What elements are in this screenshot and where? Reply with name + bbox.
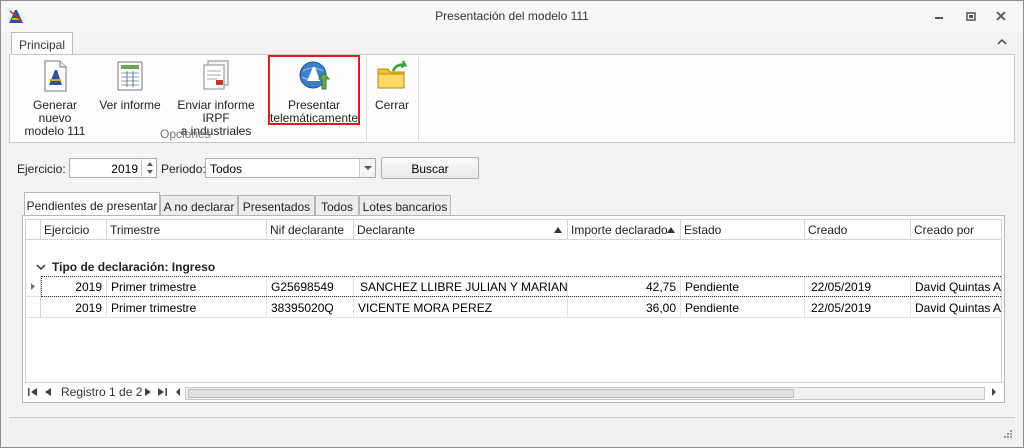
row-indicator[interactable] [26,297,41,318]
group-row-tipo-declaracion[interactable]: Tipo de declaración: Ingreso [36,260,215,274]
column-header-trimestre[interactable]: Trimestre [107,220,267,240]
importe-header-label: Importe declarado [571,223,668,237]
tab-lotes-bancarios[interactable]: Lotes bancarios [359,195,451,216]
presentar-telematicamente-button[interactable]: Presentar telemáticamente [270,59,358,125]
resize-grip-icon[interactable] [1003,429,1013,439]
ver-informe-label: Ver informe [99,98,161,112]
table-cell[interactable]: David Quintas Alca [911,297,1001,318]
row-indicator-header [26,220,41,240]
column-header-ejercicio[interactable]: Ejercicio [41,220,107,240]
presentar-telematicamente-label: Presentar telemáticamente [270,98,359,125]
column-header-creado[interactable]: Creado [805,220,911,240]
record-navigator: Registro 1 de 2 [25,384,1002,401]
buscar-button[interactable]: Buscar [381,157,479,179]
column-header-importe[interactable]: Importe declarado [568,220,681,240]
tab-presentados[interactable]: Presentados [238,195,315,216]
restore-button[interactable] [957,5,985,27]
minimize-button[interactable] [925,5,953,27]
data-grid[interactable]: Ejercicio Trimestre Nif declarante Decla… [25,219,1002,383]
send-report-icon [203,60,229,90]
column-header-creado-por[interactable]: Creado por [911,220,1001,240]
column-header-declarante[interactable]: Declarante [354,220,568,240]
folder-exit-icon [377,60,408,89]
row-indicator[interactable] [26,276,41,297]
table-cell[interactable]: 22/05/2019 [805,297,911,318]
expand-icon [36,264,46,271]
generar-modelo-button[interactable]: Generar nuevo modelo 111 [16,59,94,138]
main-window: Presentación del modelo 111 Principal Ge… [0,0,1024,448]
ribbon-separator [366,57,367,141]
ejercicio-spinner[interactable] [141,158,157,178]
tab-a-no-declarar[interactable]: A no declarar [160,195,238,216]
restore-icon [966,12,976,21]
chevron-down-icon [364,166,372,170]
sort-ascending-icon [554,227,562,233]
status-bar [9,417,1015,441]
close-window-button[interactable] [987,5,1015,27]
table-cell[interactable]: 36,00 [568,297,681,318]
ribbon-collapse-icon[interactable] [995,36,1009,48]
column-header-estado[interactable]: Estado [681,220,805,240]
previous-record-icon[interactable] [43,387,53,397]
table-cell[interactable]: 38395020Q [267,297,354,318]
table-cell[interactable]: VICENTE MORA PEREZ [354,297,568,318]
focused-row-outline [41,276,1001,297]
globe-upload-icon [299,61,331,90]
table-cell[interactable]: Pendiente [681,297,805,318]
ribbon-panel: Generar nuevo modelo 111 Ver informe Env… [9,54,1015,143]
document-tax-icon [44,60,67,92]
record-counter: Registro 1 de 2 [61,385,143,399]
spinner-arrows-icon [147,162,153,174]
close-icon [996,11,1006,21]
tab-pendientes[interactable]: Pendientes de presentar [24,192,160,217]
column-header-nif[interactable]: Nif declarante [267,220,354,240]
last-record-icon[interactable] [157,387,169,397]
sort-ascending-icon [667,227,675,233]
opciones-group-label: Opciones [160,127,211,141]
scroll-left-icon[interactable] [173,387,183,397]
grid-panel: Ejercicio Trimestre Nif declarante Decla… [22,215,1005,403]
ribbon-tab-principal[interactable]: Principal [11,32,73,55]
periodo-label: Periodo: [161,162,206,176]
window-title: Presentación del modelo 111 [435,9,589,23]
tab-todos[interactable]: Todos [315,195,359,216]
report-icon [117,61,143,91]
ver-informe-button[interactable]: Ver informe [98,59,162,112]
generar-modelo-label: Generar nuevo modelo 111 [24,98,86,138]
ejercicio-label: Ejercicio: [17,162,66,176]
scroll-right-icon[interactable] [989,387,999,397]
minimize-icon [935,17,943,19]
cerrar-label: Cerrar [374,98,409,112]
declarante-header-label: Declarante [357,223,416,237]
group-row-label: Tipo de declaración: Ingreso [52,260,216,274]
periodo-select[interactable]: Todos [205,158,376,178]
title-bar: Presentación del modelo 111 [1,1,1023,31]
horizontal-scrollbar[interactable] [185,387,985,400]
current-row-icon [31,283,35,290]
next-record-icon[interactable] [143,387,153,397]
table-cell[interactable]: Primer trimestre [107,297,267,318]
cerrar-button[interactable]: Cerrar [370,59,414,112]
periodo-value: Todos [210,162,243,176]
table-cell[interactable]: 2019 [41,297,107,318]
ribbon-separator [418,57,419,141]
scrollbar-thumb[interactable] [188,389,794,398]
periodo-dropdown-button[interactable] [359,159,375,177]
first-record-icon[interactable] [27,387,39,397]
